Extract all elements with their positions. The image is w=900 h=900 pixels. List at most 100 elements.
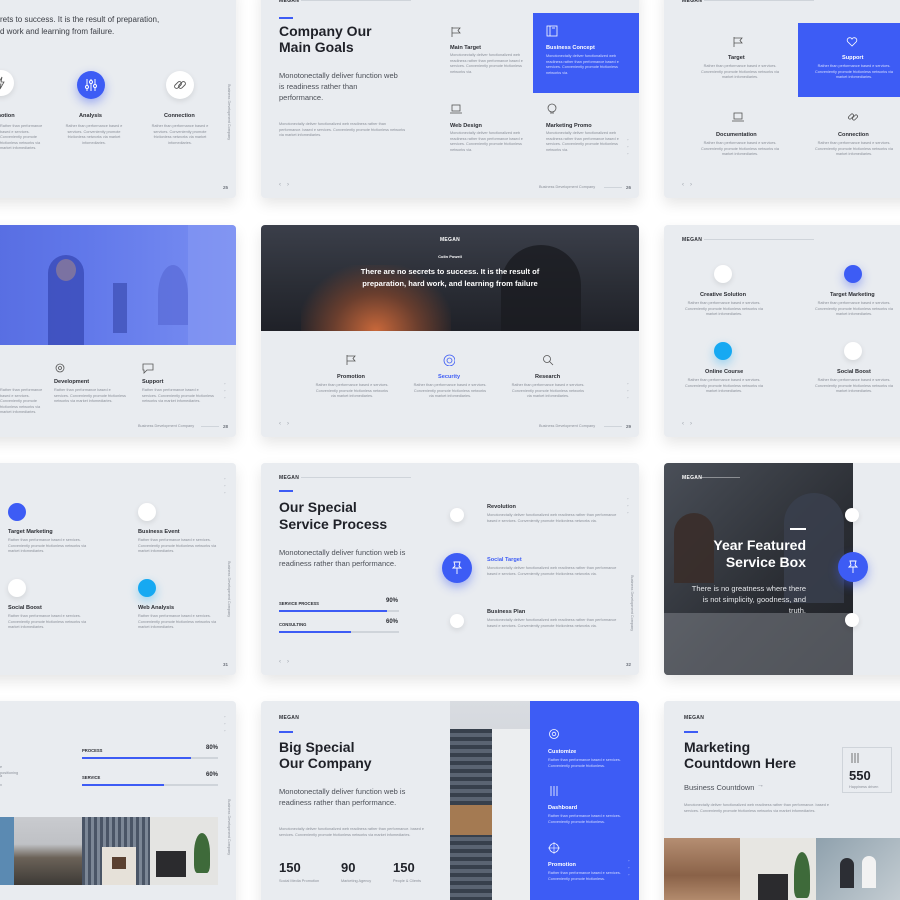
- slide-nav-arrows[interactable]: ‹›: [279, 421, 295, 427]
- chat-icon: [142, 363, 154, 374]
- counter-box: 550 Happiness driven: [842, 747, 892, 793]
- body-text: Monotonectally deliver functionalized we…: [279, 827, 424, 837]
- pin-icon-circle[interactable]: [442, 553, 472, 583]
- briefcase-icon: [450, 614, 464, 628]
- feature-title: Creative Solution: [700, 292, 747, 298]
- slide-36: MEGAN Marketing Countdown Here Business …: [664, 701, 900, 900]
- feature-title: Main Target: [450, 45, 481, 51]
- body-text-fragment: positioning: [0, 771, 19, 775]
- body-text: Monotonectally deliver functionalized we…: [684, 803, 829, 813]
- feature-title: Social Target: [487, 557, 522, 563]
- progress-label: CONSULTING: [279, 622, 307, 627]
- highlight-box[interactable]: Business Concept Monotonectally deliver …: [533, 13, 639, 93]
- sliders-icon: [550, 786, 558, 796]
- slide-template-preview: rets to success. It is the result of pre…: [0, 0, 900, 900]
- feature-text: Monotonectally deliver functionalized we…: [450, 53, 523, 74]
- trophy-icon: [844, 342, 862, 360]
- search-icon: [543, 355, 554, 366]
- lead-text: Monotonectally deliver function web is r…: [279, 548, 406, 568]
- title-accent: [279, 731, 293, 733]
- slide-title-line2: Service Box: [725, 554, 806, 570]
- flag-icon: [451, 27, 461, 37]
- laptop-icon: [450, 104, 462, 114]
- social-icons[interactable]: ◦ ◦ ◦: [224, 475, 226, 496]
- feature-text: Monotonectally deliver functionalized we…: [487, 566, 617, 576]
- feature-title: Support: [842, 55, 864, 61]
- progress-label: SERVICE PROCESS: [279, 601, 319, 606]
- feature-title: Promotion: [548, 862, 576, 868]
- brand-logo: MEGAN: [684, 715, 705, 721]
- quote-author: Colin Powell: [438, 254, 462, 259]
- feature-text: Rather than performance based e services…: [8, 614, 87, 630]
- gallery-photo: [150, 817, 218, 885]
- slide-nav-arrows[interactable]: ‹›: [682, 421, 698, 427]
- brand-logo: MEGAN: [439, 237, 461, 243]
- feature-text: Rather than performance based e services…: [548, 758, 621, 768]
- feature-text: Rather than performance based e services…: [684, 301, 764, 317]
- stat-label: People & Clients: [393, 879, 422, 883]
- social-icons[interactable]: ◦ ◦ ◦: [224, 713, 226, 734]
- slide-title-line1: Our Special: [279, 499, 357, 515]
- feature-text: Rather than performance based e services…: [548, 871, 621, 881]
- social-icons[interactable]: ◦ ◦ ◦: [224, 380, 226, 401]
- feature-title: Online Course: [705, 369, 744, 375]
- title-accent: [790, 528, 806, 530]
- stat-number: 150: [393, 860, 415, 875]
- slide-32: MEGAN Our Special Service Process Monoto…: [261, 463, 639, 675]
- brand-logo: MEGAN: [682, 237, 703, 243]
- feature-text: Rather than performance based e services…: [814, 378, 894, 394]
- slide-27: MEGAN Target Rather than performance bas…: [664, 0, 900, 198]
- progress-percent: 60%: [206, 772, 219, 778]
- feature-title: Web Analysis: [138, 605, 175, 611]
- page-number: 32: [626, 662, 632, 667]
- social-icons[interactable]: ◦ ◦ ◦: [627, 495, 629, 516]
- sliders-icon: [138, 579, 156, 597]
- laptop-icon: [732, 112, 744, 122]
- feature-text: Monotonectally deliver functionalized we…: [487, 513, 617, 523]
- alarm-icon: [138, 503, 156, 521]
- heart-icon: [846, 37, 858, 47]
- brand-logo: MEGAN: [682, 475, 703, 481]
- feature-text: Rather than performance based e services…: [138, 538, 217, 554]
- feature-title: Target Marketing: [8, 529, 53, 535]
- progress-percent: 60%: [386, 619, 399, 625]
- feature-title: Business Concept: [546, 45, 595, 51]
- progress-label: PROCESS: [82, 748, 103, 753]
- stat-number: 150: [279, 860, 301, 875]
- page-number: 29: [626, 424, 632, 429]
- body-text: Monotonectally deliver functionalized we…: [279, 122, 406, 138]
- feature-text: Monotonectally deliver functionalized we…: [546, 54, 619, 75]
- feature-text: Rather than performance based e services…: [700, 141, 780, 157]
- feature-text: Rather than performance based e services…: [138, 614, 217, 630]
- feature-text: Rather than performance based e services…: [413, 383, 487, 399]
- slide-nav-arrows[interactable]: ‹›: [279, 182, 295, 188]
- stat-number: 90: [341, 860, 356, 875]
- feature-title: Analysis: [79, 113, 103, 119]
- slide-nav-arrows[interactable]: ‹›: [279, 659, 295, 665]
- title-accent: [279, 490, 293, 492]
- slide-title-line1: Big Special: [279, 739, 355, 755]
- highlight-box[interactable]: Support Rather than performance based e …: [798, 23, 900, 97]
- gallery-photo: [14, 817, 82, 885]
- pin-icon-circle[interactable]: [838, 552, 868, 582]
- feature-title: Promotion: [337, 374, 365, 380]
- slide-35: MEGAN Big Special Our Company Monotonect…: [261, 701, 639, 900]
- progress-percent: 90%: [386, 598, 399, 604]
- slide-25: rets to success. It is the result of pre…: [0, 0, 236, 198]
- social-icons[interactable]: ◦ ◦ ◦: [627, 136, 629, 157]
- progress-bar: [279, 631, 399, 633]
- feature-title: Customize: [548, 749, 577, 755]
- stat-label: Marketing Agency: [341, 879, 372, 883]
- social-icons[interactable]: ◦ ◦ ◦: [628, 857, 630, 878]
- page-number: 26: [626, 185, 632, 190]
- flag-icon: [733, 37, 743, 47]
- quote-text: There are no secrets to success. It is t…: [360, 267, 540, 288]
- feature-text: Rather than performance based e services…: [814, 141, 894, 157]
- progress-bar: [279, 610, 399, 612]
- feature-text: Monotonectally deliver functionalized we…: [487, 618, 617, 628]
- team-photo: [0, 225, 236, 345]
- slide-nav-arrows[interactable]: ‹›: [682, 182, 698, 188]
- social-icons[interactable]: ◦ ◦ ◦: [627, 380, 629, 401]
- link-icon: [174, 81, 186, 89]
- feature-title: Connection: [838, 132, 869, 138]
